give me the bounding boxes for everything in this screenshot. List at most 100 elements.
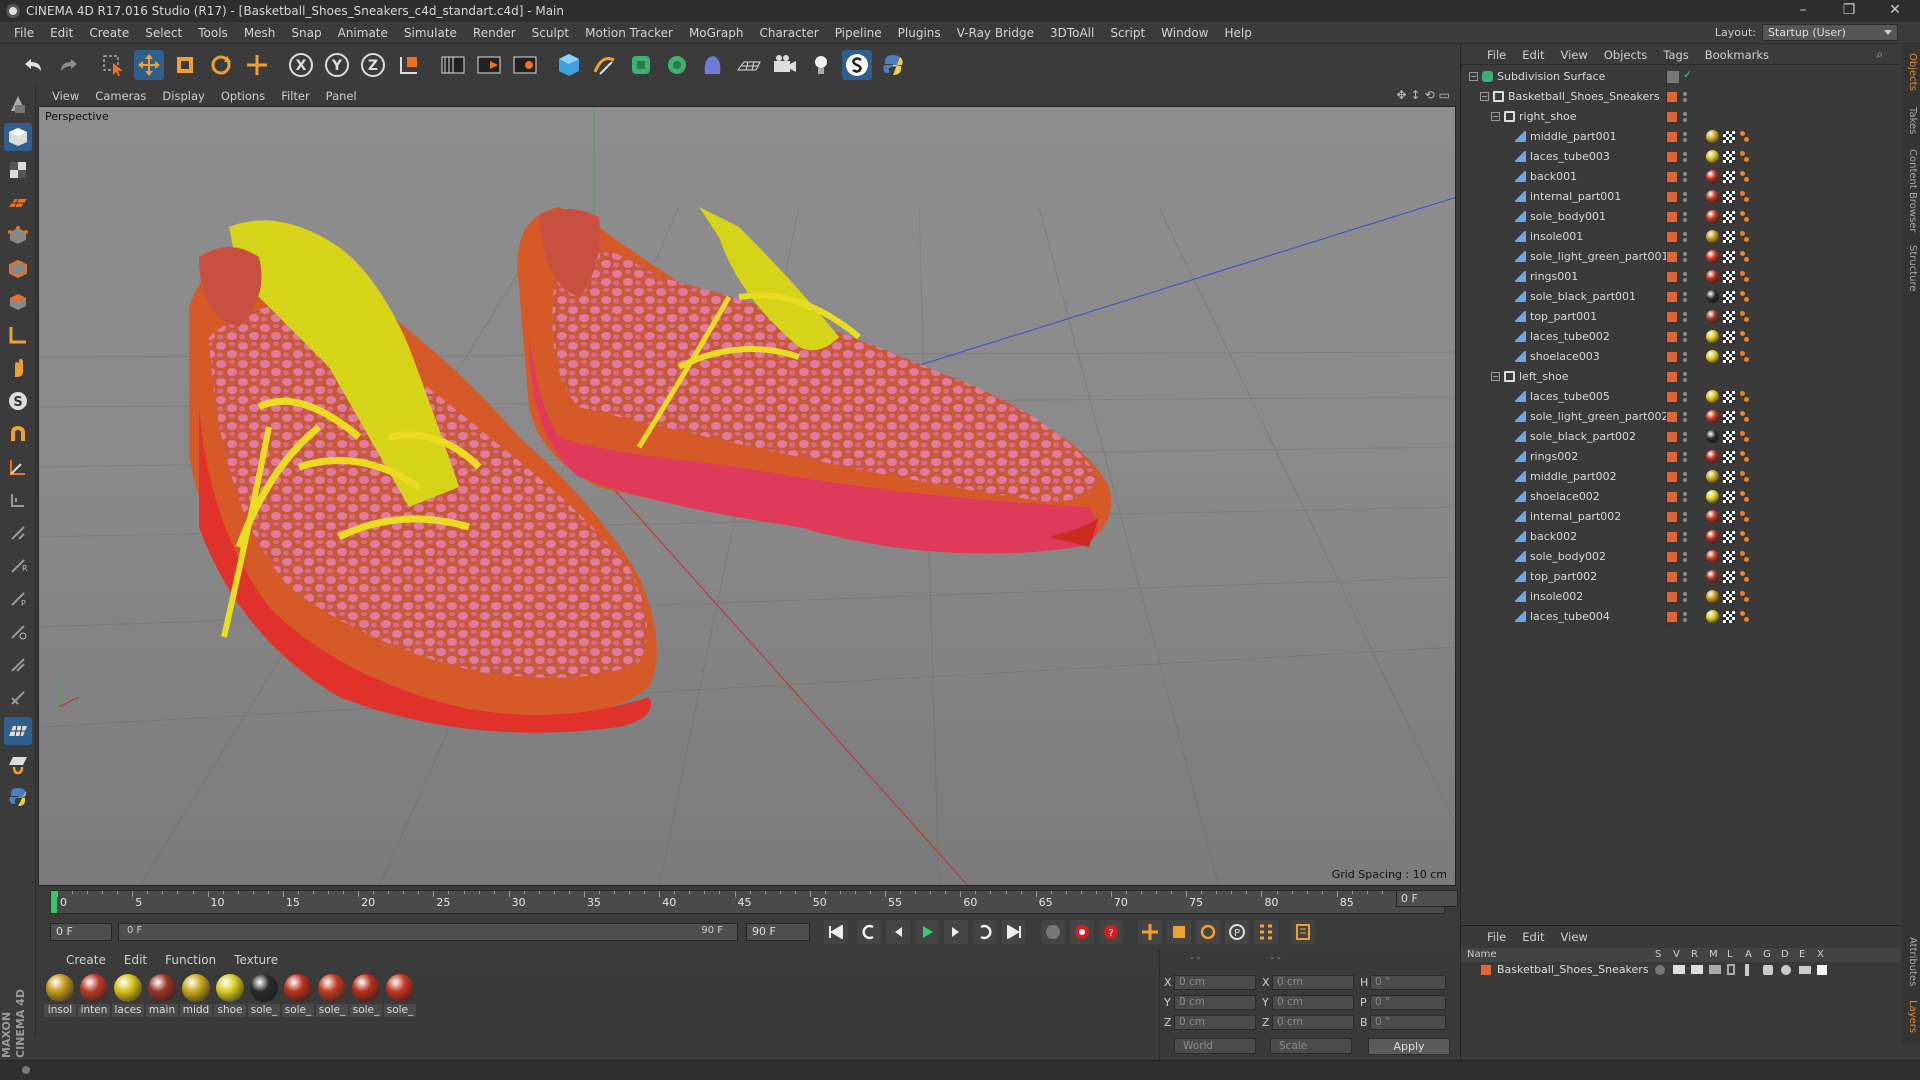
- workplane-axis-icon[interactable]: [4, 453, 32, 481]
- make-editable-icon[interactable]: [4, 90, 32, 118]
- object-name[interactable]: sole_light_green_part001: [1530, 250, 1669, 263]
- maximize-view-icon[interactable]: ▭: [1439, 88, 1450, 102]
- menu-vray-bridge[interactable]: V-Ray Bridge: [949, 22, 1042, 44]
- texture-tag-icon[interactable]: [1723, 431, 1735, 443]
- prev-frame-icon[interactable]: [886, 920, 910, 944]
- size-x-field[interactable]: 0 cm: [1272, 974, 1354, 990]
- visibility-dots-icon[interactable]: [1683, 530, 1689, 544]
- menu-mograph[interactable]: MoGraph: [681, 22, 752, 44]
- menu-window[interactable]: Window: [1153, 22, 1216, 44]
- visibility-dots-icon[interactable]: [1683, 230, 1689, 244]
- object-name[interactable]: sole_body001: [1530, 210, 1606, 223]
- material-tag-icon[interactable]: [1706, 610, 1719, 623]
- menu-simulate[interactable]: Simulate: [396, 22, 465, 44]
- go-to-start-icon[interactable]: [824, 920, 848, 944]
- selection-tag-icon[interactable]: [1740, 571, 1750, 583]
- tab-structure[interactable]: Structure: [1904, 245, 1918, 292]
- perspective-viewport[interactable]: Perspective Grid Spacing : 10 cm: [38, 106, 1456, 886]
- material-swatch[interactable]: main: [146, 974, 178, 1017]
- viewport-menu-panel[interactable]: Panel: [326, 89, 357, 103]
- menu-pipeline[interactable]: Pipeline: [827, 22, 890, 44]
- layer-color-indicator[interactable]: [1667, 472, 1677, 482]
- floor-icon[interactable]: [734, 50, 764, 80]
- minimize-button[interactable]: –: [1780, 0, 1826, 22]
- texture-tag-icon[interactable]: [1723, 151, 1735, 163]
- grid-floor-icon[interactable]: [4, 717, 32, 745]
- keyframe-selection-icon[interactable]: ?: [1099, 920, 1123, 944]
- object-name[interactable]: laces_tube005: [1530, 390, 1610, 403]
- go-to-end-icon[interactable]: [1002, 920, 1026, 944]
- layer-expressions-icon[interactable]: [1799, 966, 1811, 974]
- rotate-icon[interactable]: [206, 50, 236, 80]
- layer-color-indicator[interactable]: [1667, 532, 1677, 542]
- axis-pb-icon[interactable]: P: [4, 585, 32, 613]
- layer-color-indicator[interactable]: [1667, 312, 1677, 322]
- x-axis-icon[interactable]: X: [286, 50, 316, 80]
- selection-tag-icon[interactable]: [1740, 471, 1750, 483]
- position-x-field[interactable]: 0 cm: [1174, 974, 1256, 990]
- material-tag-icon[interactable]: [1706, 290, 1719, 303]
- lock-axis-icon[interactable]: [4, 519, 32, 547]
- layer-color-indicator[interactable]: [1667, 152, 1677, 162]
- zoom-icon[interactable]: ↕: [1411, 88, 1421, 102]
- material-tag-icon[interactable]: [1706, 590, 1719, 603]
- object-row[interactable]: top_part002: [1461, 567, 1901, 587]
- object-row[interactable]: sole_body001: [1461, 207, 1901, 227]
- visibility-dots-icon[interactable]: [1683, 410, 1689, 424]
- texture-tag-icon[interactable]: [1723, 611, 1735, 623]
- viewport-menu-options[interactable]: Options: [221, 89, 265, 103]
- range-slider[interactable]: 0 F 90 F: [118, 923, 738, 941]
- axis-circle-icon[interactable]: [4, 618, 32, 646]
- material-swatch[interactable]: sole_: [350, 974, 382, 1017]
- visibility-dots-icon[interactable]: [1683, 310, 1689, 324]
- material-menu-function[interactable]: Function: [165, 953, 216, 967]
- selection-tag-icon[interactable]: [1740, 431, 1750, 443]
- menu-motion-tracker[interactable]: Motion Tracker: [577, 22, 681, 44]
- object-name[interactable]: laces_tube004: [1530, 610, 1610, 623]
- layer-color-indicator[interactable]: [1667, 252, 1677, 262]
- python-icon[interactable]: [878, 50, 908, 80]
- object-name[interactable]: back001: [1530, 170, 1577, 183]
- layer-color-indicator[interactable]: [1667, 232, 1677, 242]
- polygons-mode-icon[interactable]: [4, 288, 32, 316]
- menu-tools[interactable]: Tools: [190, 22, 236, 44]
- object-name[interactable]: sole_light_green_part002: [1530, 410, 1669, 423]
- selection-tag-icon[interactable]: [1740, 491, 1750, 503]
- object-row[interactable]: − Subdivision Surface ✓: [1461, 67, 1901, 87]
- menu-file[interactable]: File: [6, 22, 42, 44]
- menu-snap[interactable]: Snap: [283, 22, 329, 44]
- layer-render-icon[interactable]: [1691, 965, 1703, 974]
- object-row[interactable]: back001: [1461, 167, 1901, 187]
- menu-edit[interactable]: Edit: [42, 22, 81, 44]
- deformer-icon[interactable]: [698, 50, 728, 80]
- tab-content-browser[interactable]: Content Browser: [1904, 149, 1918, 232]
- visibility-dots-icon[interactable]: [1683, 550, 1689, 564]
- timeline-ruler[interactable]: 051015202530354045505560657075808590: [50, 890, 1445, 914]
- size-z-field[interactable]: 0 cm: [1272, 1014, 1354, 1030]
- obj-menu-bookmarks[interactable]: Bookmarks: [1705, 48, 1769, 62]
- layer-color-indicator[interactable]: [1667, 92, 1677, 102]
- texture-tag-icon[interactable]: [1723, 351, 1735, 363]
- cloner-icon[interactable]: [662, 50, 692, 80]
- key-scale-icon[interactable]: [1167, 920, 1191, 944]
- expand-toggle-icon[interactable]: −: [1491, 112, 1500, 121]
- material-tag-icon[interactable]: [1706, 410, 1719, 423]
- next-key-icon[interactable]: [973, 920, 997, 944]
- material-tag-icon[interactable]: [1706, 430, 1719, 443]
- layer-color-indicator[interactable]: [1667, 492, 1677, 502]
- menu-render[interactable]: Render: [465, 22, 524, 44]
- visibility-dots-icon[interactable]: [1683, 190, 1689, 204]
- texture-tag-icon[interactable]: [1723, 191, 1735, 203]
- current-frame-field[interactable]: 0 F: [1396, 890, 1458, 907]
- grid-magnet-icon[interactable]: [4, 750, 32, 778]
- rotation-p-field[interactable]: 0 °: [1370, 994, 1446, 1010]
- pen-spline-icon[interactable]: [590, 50, 620, 80]
- selection-tag-icon[interactable]: [1740, 191, 1750, 203]
- texture-tag-icon[interactable]: [1723, 211, 1735, 223]
- visibility-dots-icon[interactable]: [1683, 490, 1689, 504]
- visibility-dots-icon[interactable]: [1683, 270, 1689, 284]
- position-z-field[interactable]: 0 cm: [1174, 1014, 1256, 1030]
- render-view-icon[interactable]: [438, 50, 468, 80]
- layer-color-swatch[interactable]: [1481, 965, 1491, 975]
- viewport-menu-display[interactable]: Display: [162, 89, 204, 103]
